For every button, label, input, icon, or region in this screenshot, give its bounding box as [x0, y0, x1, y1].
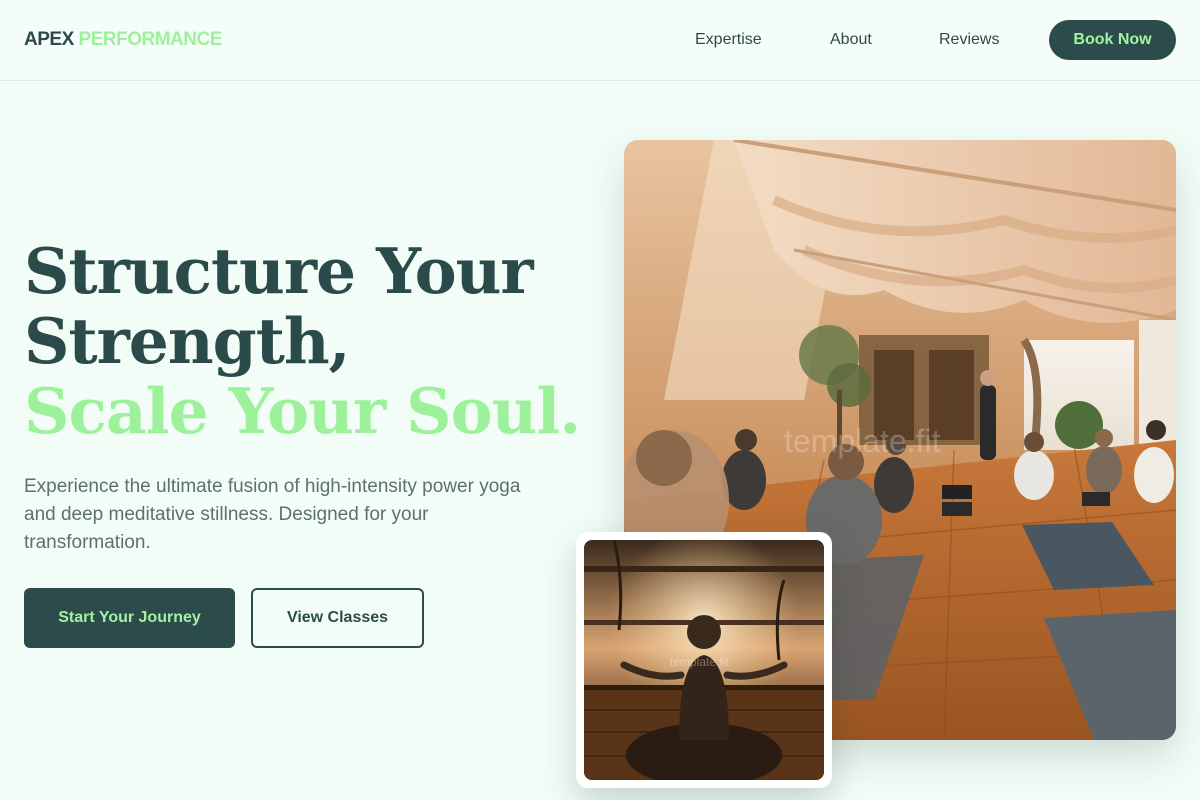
site-header: APEX PERFORMANCE Expertise About Reviews… — [0, 0, 1200, 81]
meditation-illustration: template.fit — [584, 540, 824, 780]
headline-line-1: Structure Your — [24, 234, 534, 308]
hero-headline: Structure Your Strength, Scale Your Soul… — [24, 236, 584, 446]
nav-link-about[interactable]: About — [830, 31, 872, 49]
headline-line-2: Strength, — [24, 304, 351, 378]
book-now-button[interactable]: Book Now — [1049, 20, 1176, 60]
start-journey-button[interactable]: Start Your Journey — [24, 588, 235, 648]
nav-link-reviews[interactable]: Reviews — [939, 31, 999, 49]
meditation-image: template.fit — [584, 540, 824, 780]
small-image-watermark: template.fit — [670, 655, 729, 669]
main-image-watermark: template.fit — [784, 423, 941, 459]
headline-accent: Scale Your Soul. — [24, 374, 581, 448]
hero-description: Experience the ultimate fusion of high-i… — [24, 476, 521, 553]
view-classes-button[interactable]: View Classes — [251, 588, 424, 648]
meditation-card: template.fit — [576, 532, 832, 788]
brand-name-part2: PERFORMANCE — [78, 29, 223, 50]
brand-logo[interactable]: APEX PERFORMANCE — [24, 29, 222, 51]
brand-name-part1: APEX — [24, 29, 74, 50]
nav-link-expertise[interactable]: Expertise — [695, 31, 762, 49]
